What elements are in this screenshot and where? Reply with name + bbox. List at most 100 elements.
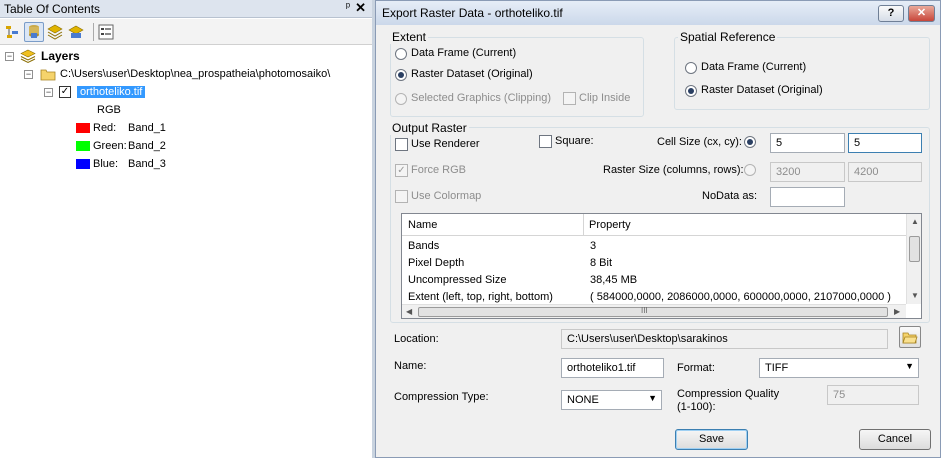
- cell-size-cy-input[interactable]: [848, 133, 922, 153]
- compression-type-select[interactable]: NONE ▼: [561, 390, 662, 410]
- dialog-close-button[interactable]: ✕: [908, 5, 935, 22]
- toc-title-bar: Table Of Contents ᵖ ✕: [0, 0, 372, 18]
- nodata-input[interactable]: [770, 187, 845, 207]
- property-name: Bands: [408, 240, 440, 252]
- column-header-name[interactable]: Name: [402, 214, 584, 236]
- band-row-red: Red: Band_1: [93, 119, 166, 137]
- property-name: Pixel Depth: [408, 257, 465, 269]
- use-colormap-checkbox[interactable]: [395, 190, 408, 203]
- format-label: Format:: [677, 362, 715, 374]
- property-value: ( 584000,0000, 2086000,0000, 600000,0000…: [590, 291, 891, 303]
- red-swatch: [76, 123, 90, 133]
- extent-selected-graphics-label: Selected Graphics (Clipping): [411, 92, 552, 104]
- compression-type-value: NONE: [567, 394, 599, 406]
- force-rgb-checkbox[interactable]: ✓: [395, 164, 408, 177]
- spatial-reference-title: Spatial Reference: [678, 30, 778, 44]
- options-icon[interactable]: [96, 22, 116, 42]
- band-name: Band_1: [128, 122, 166, 134]
- extent-data-frame-label: Data Frame (Current): [411, 47, 517, 59]
- toc-title: Table Of Contents: [4, 2, 101, 16]
- band-channel: Green:: [93, 140, 127, 152]
- toc-close-icon[interactable]: ✕: [355, 0, 366, 16]
- export-raster-dialog: Export Raster Data - orthoteliko.tif ? ✕…: [375, 0, 941, 458]
- compression-quality-input[interactable]: [827, 385, 919, 405]
- sr-raster-dataset-label: Raster Dataset (Original): [701, 84, 823, 96]
- force-rgb-label: Force RGB: [411, 164, 467, 176]
- use-colormap-label: Use Colormap: [411, 190, 482, 202]
- compression-quality-label: Compression Quality: [677, 388, 780, 400]
- vertical-scroll-thumb[interactable]: [909, 236, 920, 262]
- raster-rows-input[interactable]: [848, 162, 922, 182]
- layers-collapse-icon[interactable]: −: [5, 52, 14, 61]
- scroll-down-icon[interactable]: ▼: [911, 291, 919, 300]
- chevron-down-icon: ▼: [905, 361, 914, 371]
- property-value: 8 Bit: [590, 257, 613, 269]
- square-label: Square:: [555, 135, 594, 147]
- location-label: Location:: [394, 333, 439, 345]
- folder-collapse-icon[interactable]: −: [24, 70, 33, 79]
- scroll-left-icon[interactable]: ◀: [406, 307, 412, 316]
- layer-visibility-checkbox[interactable]: ✓: [59, 86, 71, 98]
- scroll-right-icon[interactable]: ▶: [894, 307, 900, 316]
- spatial-reference-group: [674, 37, 930, 110]
- use-renderer-label: Use Renderer: [411, 138, 480, 150]
- cell-size-label: Cell Size (cx, cy):: [657, 136, 742, 148]
- browse-folder-button[interactable]: [899, 326, 921, 348]
- cancel-button[interactable]: Cancel: [859, 429, 931, 450]
- chevron-down-icon: ▼: [648, 393, 657, 403]
- property-name: Extent (left, top, right, bottom): [408, 291, 553, 303]
- save-button[interactable]: Save: [675, 429, 748, 450]
- column-header-property[interactable]: Property: [584, 214, 636, 236]
- layer-name[interactable]: orthoteliko.tif: [77, 86, 146, 98]
- raster-columns-input[interactable]: [770, 162, 845, 182]
- vertical-scrollbar[interactable]: ▲ ▼: [906, 214, 921, 304]
- compression-quality-range: (1-100):: [677, 401, 716, 413]
- dialog-title: Export Raster Data - orthoteliko.tif: [382, 6, 563, 20]
- scroll-grip: III: [641, 306, 648, 315]
- extent-title: Extent: [390, 30, 429, 44]
- layers-label: Layers: [41, 49, 80, 63]
- square-checkbox[interactable]: [539, 135, 552, 148]
- extent-data-frame-radio[interactable]: [395, 48, 407, 60]
- layer-collapse-icon[interactable]: −: [44, 88, 53, 97]
- dialog-title-bar: Export Raster Data - orthoteliko.tif: [376, 1, 940, 25]
- tree-row-layer[interactable]: orthoteliko.tif: [77, 83, 146, 101]
- scroll-up-icon[interactable]: ▲: [911, 217, 919, 226]
- list-by-drawing-order-icon[interactable]: [3, 22, 23, 42]
- band-row-blue: Blue: Band_3: [93, 155, 166, 173]
- property-value: 38,45 MB: [590, 274, 638, 286]
- cell-size-radio[interactable]: [744, 136, 756, 148]
- extent-raster-dataset-label: Raster Dataset (Original): [411, 68, 533, 80]
- format-value: TIFF: [765, 362, 789, 374]
- layers-icon: [20, 49, 36, 64]
- cell-size-cx-input[interactable]: [770, 133, 845, 153]
- toolbar-separator: [93, 23, 94, 41]
- raster-size-label: Raster Size (columns, rows):: [603, 164, 744, 176]
- list-by-source-icon[interactable]: [24, 22, 44, 42]
- raster-properties-list[interactable]: Name Property Bands 3 Pixel Depth 8 Bit …: [401, 213, 922, 319]
- sr-raster-dataset-radio[interactable]: [685, 85, 697, 97]
- list-by-visibility-icon[interactable]: [45, 22, 65, 42]
- compression-type-label: Compression Type:: [394, 391, 489, 403]
- horizontal-scroll-thumb[interactable]: III: [418, 306, 888, 317]
- use-renderer-checkbox[interactable]: [395, 138, 408, 151]
- horizontal-scrollbar[interactable]: ◀ III ▶: [402, 304, 906, 318]
- toc-toolbar: [0, 19, 372, 45]
- location-input[interactable]: [561, 329, 888, 349]
- folder-path: C:\Users\user\Desktop\nea_prospatheia\ph…: [60, 68, 331, 80]
- help-button[interactable]: ?: [878, 5, 904, 22]
- sr-data-frame-label: Data Frame (Current): [701, 61, 807, 73]
- name-input[interactable]: [561, 358, 664, 378]
- sr-data-frame-radio[interactable]: [685, 62, 697, 74]
- table-of-contents-panel: Table Of Contents ᵖ ✕ − Layers − C:\User…: [0, 0, 372, 458]
- clip-inside-checkbox[interactable]: [563, 92, 576, 105]
- list-by-selection-icon[interactable]: [66, 22, 86, 42]
- extent-selected-graphics-radio[interactable]: [395, 93, 407, 105]
- pin-icon[interactable]: ᵖ: [346, 1, 350, 13]
- table-row: Uncompressed Size 38,45 MB: [402, 272, 906, 289]
- extent-raster-dataset-radio[interactable]: [395, 69, 407, 81]
- raster-size-radio[interactable]: [744, 164, 756, 176]
- green-swatch: [76, 141, 90, 151]
- open-folder-icon: [902, 332, 918, 344]
- format-select[interactable]: TIFF ▼: [759, 358, 919, 378]
